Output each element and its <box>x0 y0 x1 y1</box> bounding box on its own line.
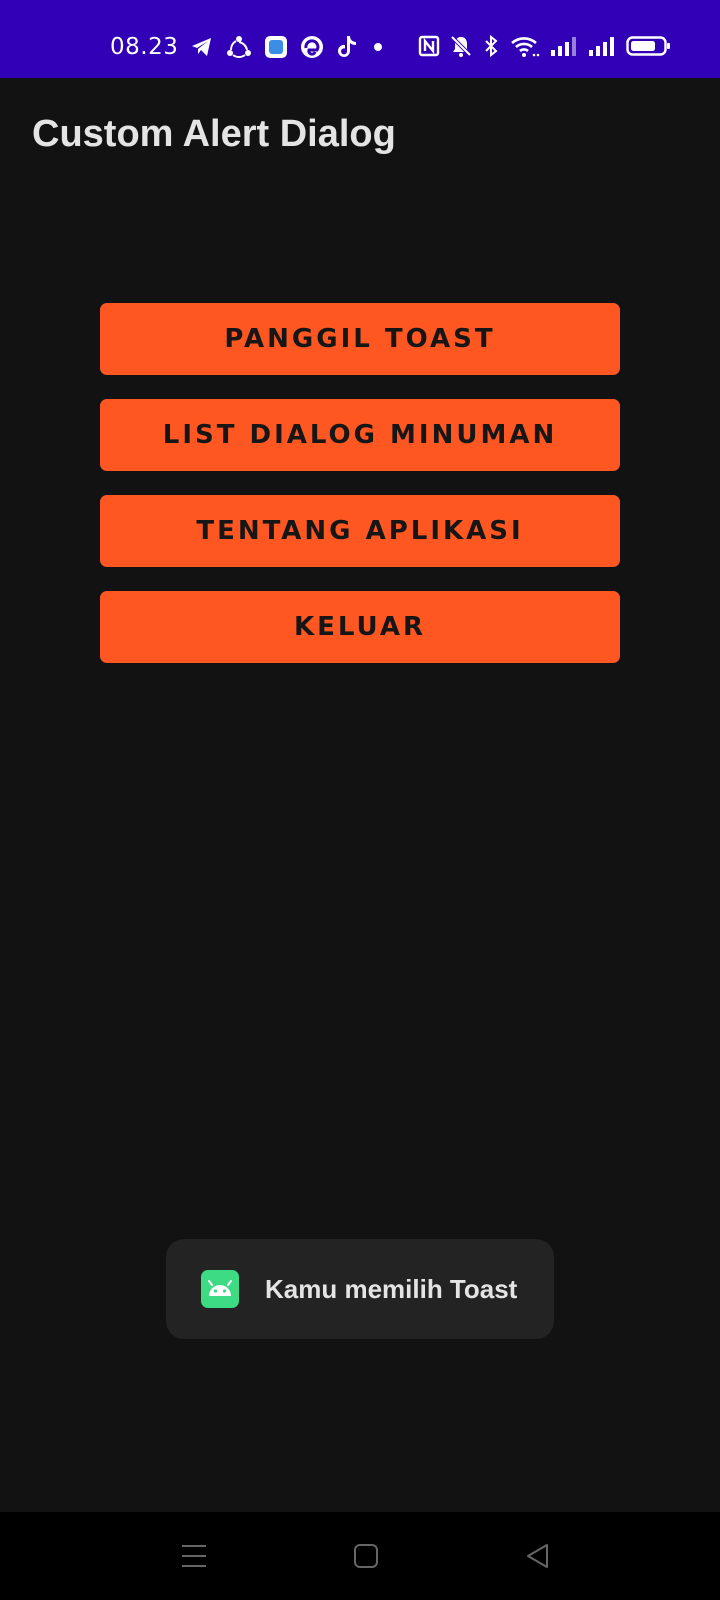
toast: Kamu memilih Toast <box>166 1239 554 1339</box>
panggil-toast-button[interactable]: PANGGIL TOAST <box>100 303 620 375</box>
nfc-icon <box>418 34 440 58</box>
tentang-aplikasi-button[interactable]: TENTANG APLIKASI <box>100 495 620 567</box>
battery-icon <box>626 34 672 58</box>
back-icon[interactable] <box>516 1534 560 1578</box>
system-status-icons <box>418 34 672 58</box>
menu-icon[interactable] <box>172 1534 216 1578</box>
bluetooth-icon <box>482 34 500 58</box>
keluar-button[interactable]: KELUAR <box>100 591 620 663</box>
signal-icon <box>550 34 578 58</box>
share-icon <box>226 34 252 60</box>
tiktok-icon <box>336 35 358 59</box>
android-icon <box>201 1270 239 1308</box>
app-title: Custom Alert Dialog <box>32 113 396 155</box>
navigation-bar <box>0 1512 720 1600</box>
notification-icons <box>190 34 386 60</box>
status-bar: 08.23 <box>0 0 720 78</box>
dot-icon <box>370 35 386 59</box>
telegram-icon <box>190 35 214 59</box>
status-time: 08.23 <box>110 34 179 60</box>
home-icon[interactable] <box>344 1534 388 1578</box>
signal-icon <box>588 34 616 58</box>
mute-icon <box>450 34 472 58</box>
wifi-icon <box>510 34 540 58</box>
app-icon <box>264 35 288 59</box>
edge-browser-icon <box>300 35 324 59</box>
list-dialog-minuman-button[interactable]: LIST DIALOG MINUMAN <box>100 399 620 471</box>
toast-message: Kamu memilih Toast <box>265 1273 518 1304</box>
